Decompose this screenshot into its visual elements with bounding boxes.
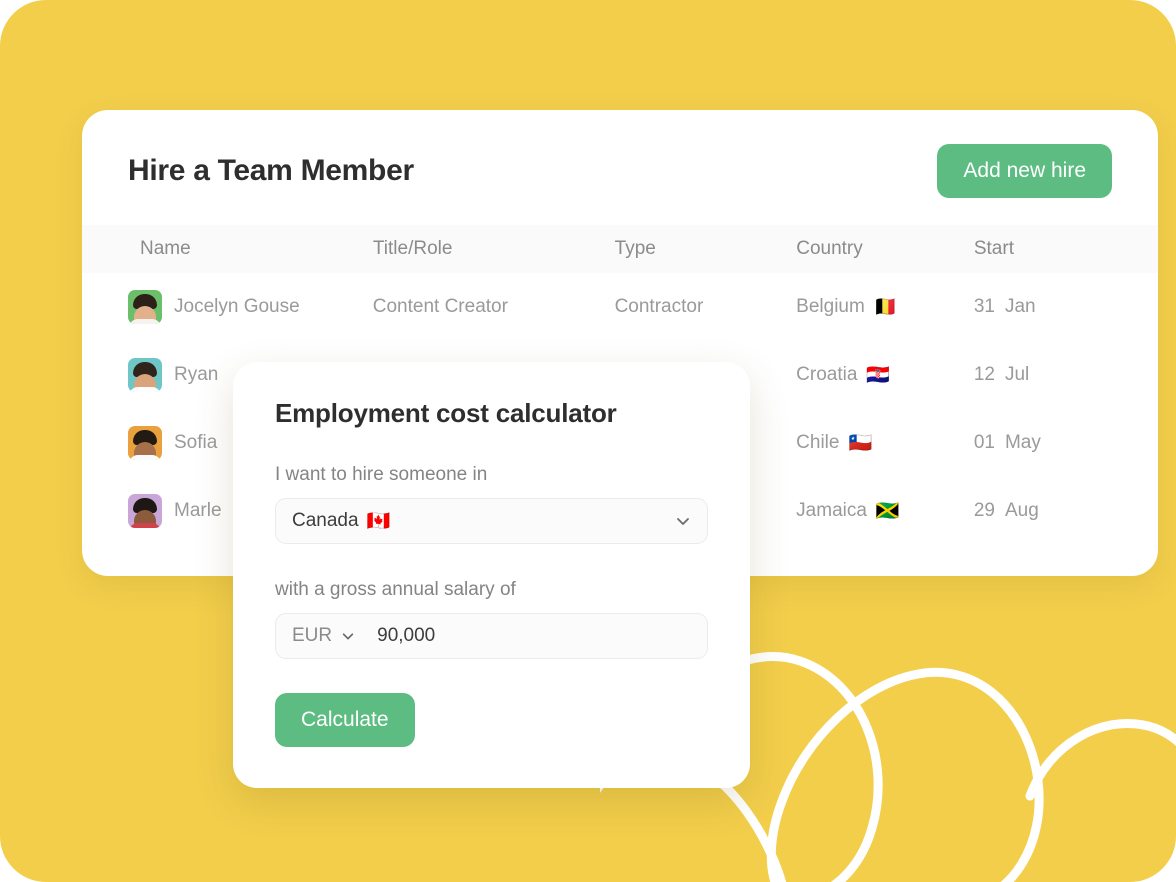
column-header-name: Name — [140, 238, 191, 259]
column-header-country: Country — [796, 238, 863, 259]
flag-icon: 🇧🇪 — [873, 296, 898, 318]
member-name: Jocelyn Gouse — [174, 296, 300, 317]
flag-icon: 🇯🇲 — [875, 500, 900, 522]
flag-icon: 🇭🇷 — [866, 364, 891, 386]
avatar — [128, 358, 162, 392]
column-header-type: Type — [614, 238, 656, 259]
start-day: 29 — [973, 500, 995, 521]
country-name: Chile — [796, 432, 840, 453]
avatar — [128, 290, 162, 324]
member-name: Ryan — [174, 364, 219, 385]
currency-select[interactable]: EUR — [292, 625, 355, 647]
chevron-down-icon — [341, 629, 355, 643]
start-day: 12 — [973, 364, 995, 385]
start-month: Aug — [1004, 500, 1039, 521]
avatar — [128, 494, 162, 528]
page-root: Hire a Team Member Add new hire Name Tit… — [0, 0, 1176, 882]
country-select[interactable]: Canada 🇨🇦 — [275, 498, 708, 544]
member-start: 31 Jan — [974, 296, 1112, 318]
table-header-row: Name Title/Role Type Country Start — [82, 225, 1158, 273]
member-start: 01 May — [974, 432, 1112, 454]
member-start: 29 Aug — [974, 500, 1112, 522]
column-header-title: Title/Role — [372, 238, 453, 259]
calculate-button[interactable]: Calculate — [275, 693, 415, 747]
member-type: Contractor — [614, 296, 704, 317]
member-country: Jamaica 🇯🇲 — [796, 500, 974, 522]
country-name: Jamaica — [796, 500, 867, 521]
country-name: Belgium — [796, 296, 865, 317]
flag-icon: 🇨🇱 — [848, 432, 873, 454]
salary-input-group[interactable]: EUR — [275, 613, 708, 659]
table-row[interactable]: Jocelyn Gouse Content Creator Contractor… — [82, 273, 1158, 341]
member-country: Belgium 🇧🇪 — [796, 296, 974, 318]
flag-icon: 🇨🇦 — [366, 510, 391, 532]
member-name: Sofia — [174, 432, 218, 453]
member-start: 12 Jul — [974, 364, 1112, 386]
modal-title: Employment cost calculator — [275, 398, 617, 428]
country-name: Croatia — [796, 364, 858, 385]
avatar — [128, 426, 162, 460]
member-name: Marle — [174, 500, 222, 521]
employment-cost-calculator-modal: Employment cost calculator I want to hir… — [233, 362, 750, 788]
start-day: 01 — [973, 432, 995, 453]
start-day: 31 — [973, 296, 995, 317]
add-new-hire-button[interactable]: Add new hire — [937, 144, 1112, 198]
start-month: Jan — [1004, 296, 1036, 317]
member-title: Content Creator — [372, 296, 508, 317]
start-month: May — [1004, 432, 1041, 453]
card-header: Hire a Team Member Add new hire — [82, 110, 1158, 198]
member-country: Chile 🇨🇱 — [796, 432, 974, 454]
country-field-label: I want to hire someone in — [275, 464, 488, 485]
currency-value: EUR — [292, 625, 333, 646]
country-select-value: Canada — [292, 510, 359, 531]
start-month: Jul — [1004, 364, 1030, 385]
salary-input[interactable] — [377, 625, 618, 647]
salary-field-label: with a gross annual salary of — [275, 579, 516, 600]
member-country: Croatia 🇭🇷 — [796, 364, 974, 386]
page-title: Hire a Team Member — [128, 154, 414, 187]
column-header-start: Start — [973, 238, 1014, 259]
chevron-down-icon — [675, 513, 691, 529]
